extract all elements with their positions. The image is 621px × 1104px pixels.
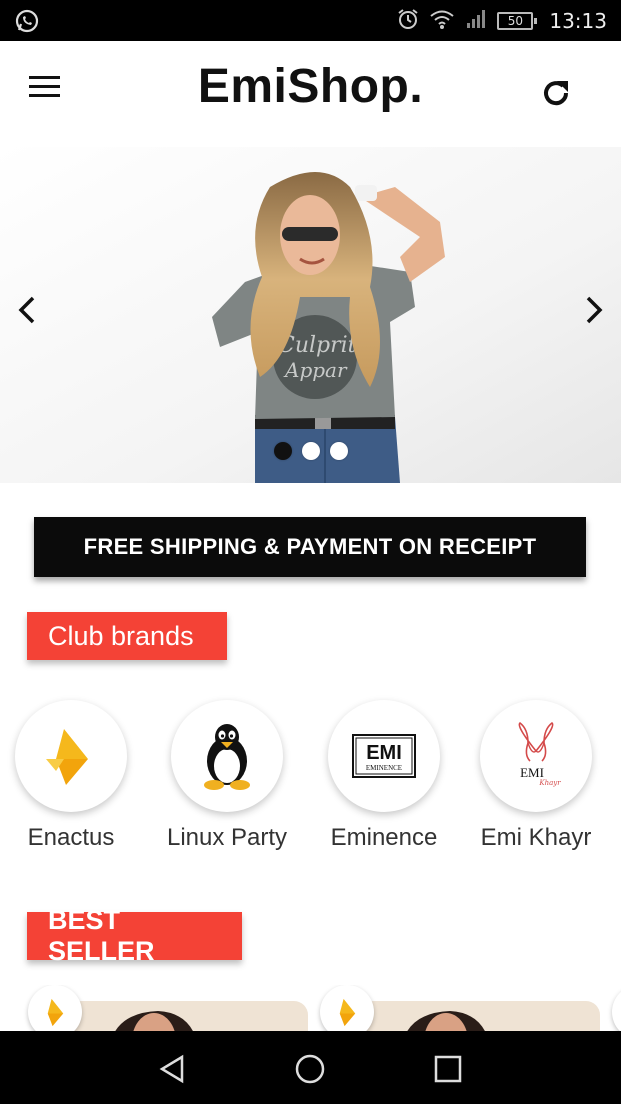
product-image	[407, 1011, 485, 1031]
refresh-icon[interactable]	[540, 77, 576, 113]
product-image	[115, 1011, 193, 1031]
wifi-icon	[429, 8, 455, 34]
enactus-badge-icon	[320, 985, 374, 1031]
brand-name: Emi Khayr	[480, 824, 592, 851]
eminence-logo-subtext: EMINENCE	[366, 764, 402, 772]
shirt-print-1: Culprit	[278, 333, 357, 358]
brand-list: Enactus Linux Party EMI EMINENCE Eminenc…	[0, 700, 621, 870]
shirt-print-2: Appar	[283, 358, 348, 382]
linux-penguin-logo	[171, 700, 283, 812]
carousel-indicators	[0, 442, 621, 460]
eminence-logo-text: EMI	[366, 742, 402, 764]
product-card[interactable]	[360, 1001, 600, 1031]
brand-item-eminence[interactable]: EMI EMINENCE Eminence	[309, 700, 459, 860]
battery-icon: 50	[497, 12, 538, 30]
alarm-icon	[397, 8, 419, 34]
emi-khayr-logo-text: EMI	[520, 765, 544, 780]
best-seller-list	[0, 985, 621, 1031]
eminence-logo: EMI EMINENCE	[328, 700, 440, 812]
shipping-banner: FREE SHIPPING & PAYMENT ON RECEIPT	[34, 517, 586, 577]
system-nav-bar	[0, 1031, 621, 1104]
app-bar: EmiShop.	[0, 41, 621, 147]
whatsapp-icon	[14, 8, 40, 34]
club-brands-title: Club brands	[27, 612, 227, 660]
carousel-prev-icon[interactable]	[10, 292, 46, 328]
home-icon[interactable]	[290, 1049, 330, 1089]
hero-carousel[interactable]: Culprit Appar	[0, 147, 621, 483]
emi-khayr-logo-subtext: Khayr	[538, 779, 561, 787]
product-card[interactable]	[68, 1001, 308, 1031]
emi-khayr-logo: EMI Khayr	[480, 700, 592, 812]
brand-item-enactus[interactable]: Enactus	[0, 700, 146, 860]
carousel-next-icon[interactable]	[575, 292, 611, 328]
enactus-badge-icon	[612, 985, 621, 1031]
hero-image: Culprit Appar	[0, 147, 621, 483]
best-seller-title: BEST SELLER	[27, 905, 242, 966]
recents-icon[interactable]	[428, 1049, 468, 1089]
app-title: EmiShop.	[197, 60, 424, 113]
enactus-badge-icon	[28, 985, 82, 1031]
carousel-dot[interactable]	[301, 442, 320, 460]
status-bar: 50 13:13	[0, 0, 621, 41]
carousel-dot[interactable]	[273, 442, 292, 460]
signal-icon	[465, 8, 487, 34]
brand-item-emi-khayr[interactable]: EMI Khayr Emi Khayr	[461, 700, 611, 860]
carousel-dot[interactable]	[329, 442, 348, 460]
brand-item-linux-party[interactable]: Linux Party	[152, 700, 302, 860]
enactus-logo	[15, 700, 127, 812]
status-time: 13:13	[549, 9, 607, 33]
back-icon[interactable]	[152, 1049, 192, 1089]
